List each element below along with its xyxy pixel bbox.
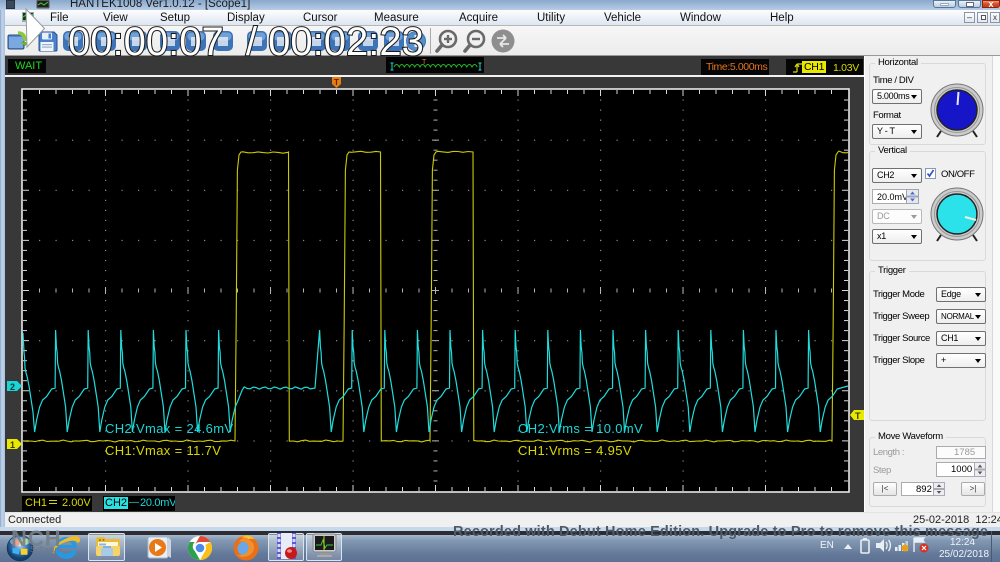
svg-text:CH1:Vrms = 4.95V: CH1:Vrms = 4.95V — [518, 443, 632, 458]
svg-text:CH1:Vmax = 11.7V: CH1:Vmax = 11.7V — [105, 443, 221, 458]
svg-text:CH2:Vmax = 24.6mV: CH2:Vmax = 24.6mV — [105, 421, 233, 436]
svg-text:CH2:Vrms = 10.0mV: CH2:Vrms = 10.0mV — [518, 421, 643, 436]
svg-text:T: T — [855, 411, 861, 421]
svg-text:T: T — [334, 78, 339, 87]
svg-text:2: 2 — [10, 382, 15, 392]
svg-text:1: 1 — [10, 440, 15, 450]
